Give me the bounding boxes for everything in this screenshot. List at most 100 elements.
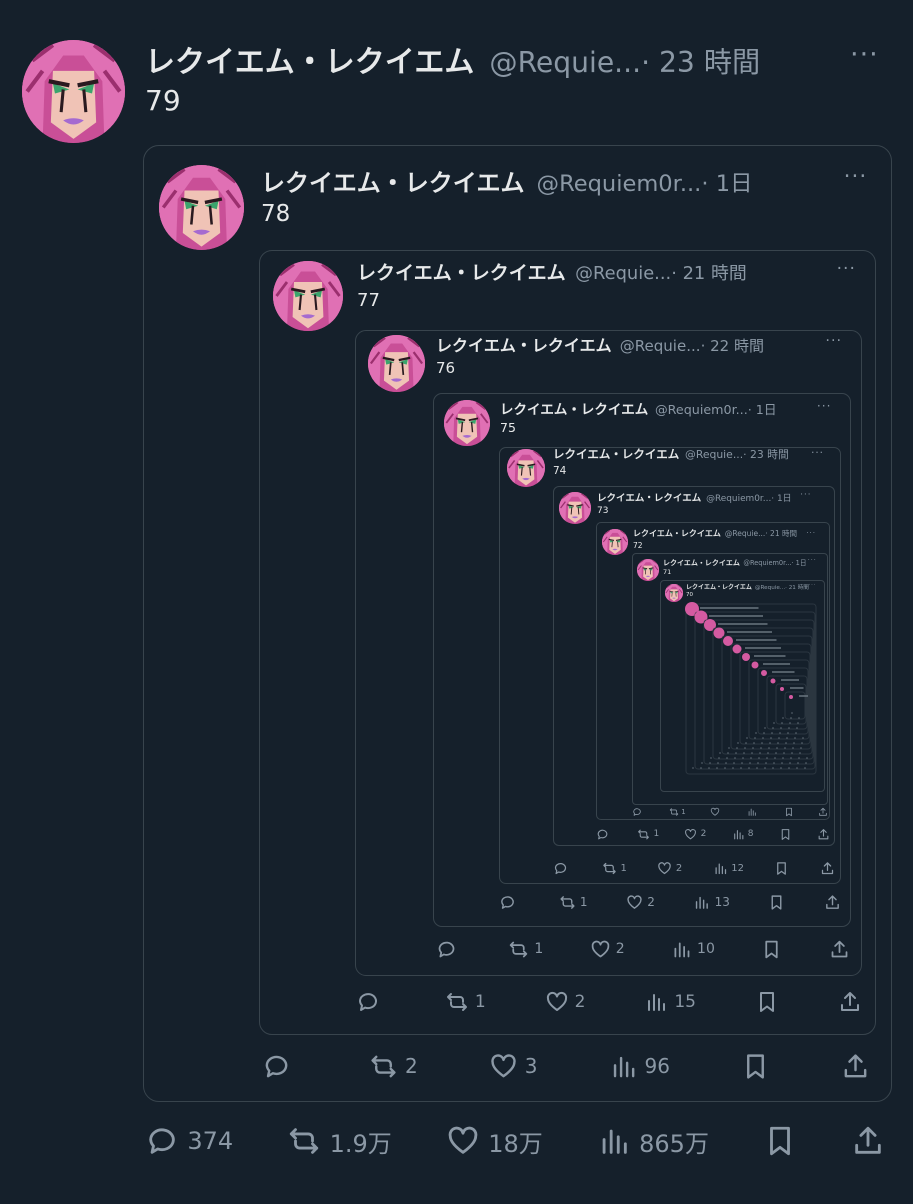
like-button[interactable]: 2 bbox=[590, 939, 625, 960]
avatar[interactable] bbox=[602, 529, 628, 555]
reply-button[interactable] bbox=[632, 807, 644, 817]
retweet-button[interactable]: 2 bbox=[369, 1052, 418, 1081]
retweet-button[interactable]: 1.9万 bbox=[287, 1124, 392, 1159]
more-options-icon[interactable]: ··· bbox=[811, 447, 824, 459]
share-button[interactable] bbox=[851, 1124, 885, 1158]
quoted-tweet-card[interactable] bbox=[660, 580, 825, 792]
display-name[interactable]: レクイエム・レクイエム bbox=[357, 262, 566, 284]
timestamp[interactable]: · 21 時間 bbox=[671, 263, 746, 284]
avatar[interactable] bbox=[444, 400, 490, 446]
timestamp[interactable]: · 21 時間 bbox=[765, 529, 797, 538]
display-name[interactable]: レクイエム・レクイエム bbox=[633, 529, 721, 538]
reply-button[interactable] bbox=[499, 894, 520, 911]
handle[interactable]: @Requie... bbox=[620, 337, 701, 355]
retweet-button[interactable]: 1 bbox=[602, 861, 627, 876]
more-options-icon[interactable]: ··· bbox=[817, 399, 832, 413]
avatar[interactable] bbox=[637, 559, 659, 581]
timestamp[interactable]: · 1日 bbox=[701, 171, 752, 197]
bookmark-button[interactable] bbox=[741, 1052, 770, 1081]
display-name[interactable]: レクイエム・レクイエム bbox=[145, 45, 474, 80]
like-button[interactable]: 2 bbox=[545, 990, 585, 1014]
avatar[interactable] bbox=[665, 584, 683, 602]
avatar[interactable] bbox=[368, 335, 425, 392]
handle[interactable]: @Requie... bbox=[725, 529, 765, 538]
bookmark-button[interactable] bbox=[763, 1124, 797, 1158]
retweet-button[interactable]: 1 bbox=[669, 807, 686, 817]
more-options-icon[interactable]: ··· bbox=[850, 39, 879, 70]
share-button[interactable] bbox=[829, 939, 850, 960]
views-button[interactable]: 12 bbox=[713, 861, 744, 876]
views-button[interactable]: 8 bbox=[732, 828, 753, 841]
reply-button[interactable]: 374 bbox=[145, 1124, 233, 1158]
retweet-button[interactable]: 1 bbox=[445, 990, 486, 1014]
share-button[interactable] bbox=[838, 990, 862, 1014]
timestamp[interactable]: · 21 時間 bbox=[785, 585, 809, 591]
display-name[interactable]: レクイエム・レクイエム bbox=[553, 447, 679, 461]
share-button[interactable] bbox=[818, 807, 828, 817]
more-options-icon[interactable]: ··· bbox=[806, 528, 816, 537]
views-button[interactable]: 15 bbox=[644, 990, 696, 1014]
views-button[interactable] bbox=[747, 807, 759, 817]
retweet-button[interactable]: 1 bbox=[637, 828, 659, 841]
views-button[interactable]: 865万 bbox=[597, 1124, 709, 1159]
avatar[interactable] bbox=[273, 261, 343, 331]
share-button[interactable] bbox=[820, 861, 835, 876]
handle[interactable]: @Requie... bbox=[755, 585, 785, 591]
bookmark-icon bbox=[779, 828, 792, 841]
more-options-icon[interactable]: ··· bbox=[837, 259, 856, 279]
more-options-icon[interactable]: ··· bbox=[844, 164, 868, 189]
more-options-icon[interactable]: ··· bbox=[808, 557, 817, 564]
bookmark-button[interactable] bbox=[784, 807, 794, 817]
views-button[interactable]: 96 bbox=[609, 1052, 670, 1081]
reply-button[interactable] bbox=[553, 861, 572, 876]
handle[interactable]: @Requiem0r... bbox=[655, 402, 748, 417]
more-options-icon[interactable]: ··· bbox=[808, 582, 816, 588]
share-button[interactable] bbox=[824, 894, 841, 911]
like-button[interactable] bbox=[710, 807, 722, 817]
avatar[interactable] bbox=[22, 40, 125, 143]
reply-button[interactable] bbox=[436, 939, 462, 960]
avatar[interactable] bbox=[159, 165, 244, 250]
avatar[interactable] bbox=[559, 492, 591, 524]
handle[interactable]: @Requie... bbox=[575, 263, 671, 284]
display-name[interactable]: レクイエム・レクイエム bbox=[436, 336, 612, 355]
display-name[interactable]: レクイエム・レクイエム bbox=[500, 402, 648, 418]
like-button[interactable]: 18万 bbox=[446, 1124, 543, 1159]
retweet-button[interactable]: 1 bbox=[508, 939, 543, 960]
views-button[interactable]: 10 bbox=[671, 939, 715, 960]
timestamp[interactable]: · 1日 bbox=[748, 402, 777, 417]
bookmark-button[interactable] bbox=[774, 861, 789, 876]
timestamp[interactable]: · 1日 bbox=[791, 559, 806, 567]
handle[interactable]: @Requiem0r... bbox=[537, 171, 702, 197]
avatar[interactable] bbox=[507, 449, 545, 487]
timestamp[interactable]: · 22 時間 bbox=[701, 337, 765, 355]
share-button[interactable] bbox=[817, 828, 830, 841]
like-button[interactable]: 2 bbox=[626, 894, 655, 911]
reply-button[interactable] bbox=[596, 828, 612, 841]
handle[interactable]: @Requiem0r... bbox=[743, 559, 791, 567]
handle[interactable]: @Requie... bbox=[489, 46, 641, 79]
handle[interactable]: @Requiem0r... bbox=[706, 494, 771, 504]
retweet-button[interactable]: 1 bbox=[559, 894, 588, 911]
reply-button[interactable] bbox=[262, 1052, 298, 1081]
reply-button[interactable] bbox=[356, 990, 386, 1014]
timestamp[interactable]: · 1日 bbox=[771, 494, 791, 504]
views-button[interactable]: 13 bbox=[693, 894, 730, 911]
timestamp[interactable]: · 23 時間 bbox=[641, 46, 760, 79]
display-name[interactable]: レクイエム・レクイエム bbox=[597, 493, 701, 504]
display-name[interactable]: レクイエム・レクイエム bbox=[261, 169, 525, 197]
more-options-icon[interactable]: ··· bbox=[825, 333, 842, 349]
like-button[interactable]: 2 bbox=[657, 861, 682, 876]
share-button[interactable] bbox=[841, 1052, 870, 1081]
timestamp[interactable]: · 23 時間 bbox=[743, 448, 789, 461]
handle[interactable]: @Requie... bbox=[685, 448, 743, 461]
display-name[interactable]: レクイエム・レクイエム bbox=[663, 559, 740, 567]
like-button[interactable]: 3 bbox=[489, 1052, 538, 1081]
display-name[interactable]: レクイエム・レクイエム bbox=[686, 584, 752, 591]
like-button[interactable]: 2 bbox=[684, 828, 706, 841]
bookmark-button[interactable] bbox=[755, 990, 779, 1014]
more-options-icon[interactable]: ··· bbox=[800, 490, 811, 500]
bookmark-button[interactable] bbox=[779, 828, 792, 841]
bookmark-button[interactable] bbox=[761, 939, 782, 960]
bookmark-button[interactable] bbox=[768, 894, 785, 911]
